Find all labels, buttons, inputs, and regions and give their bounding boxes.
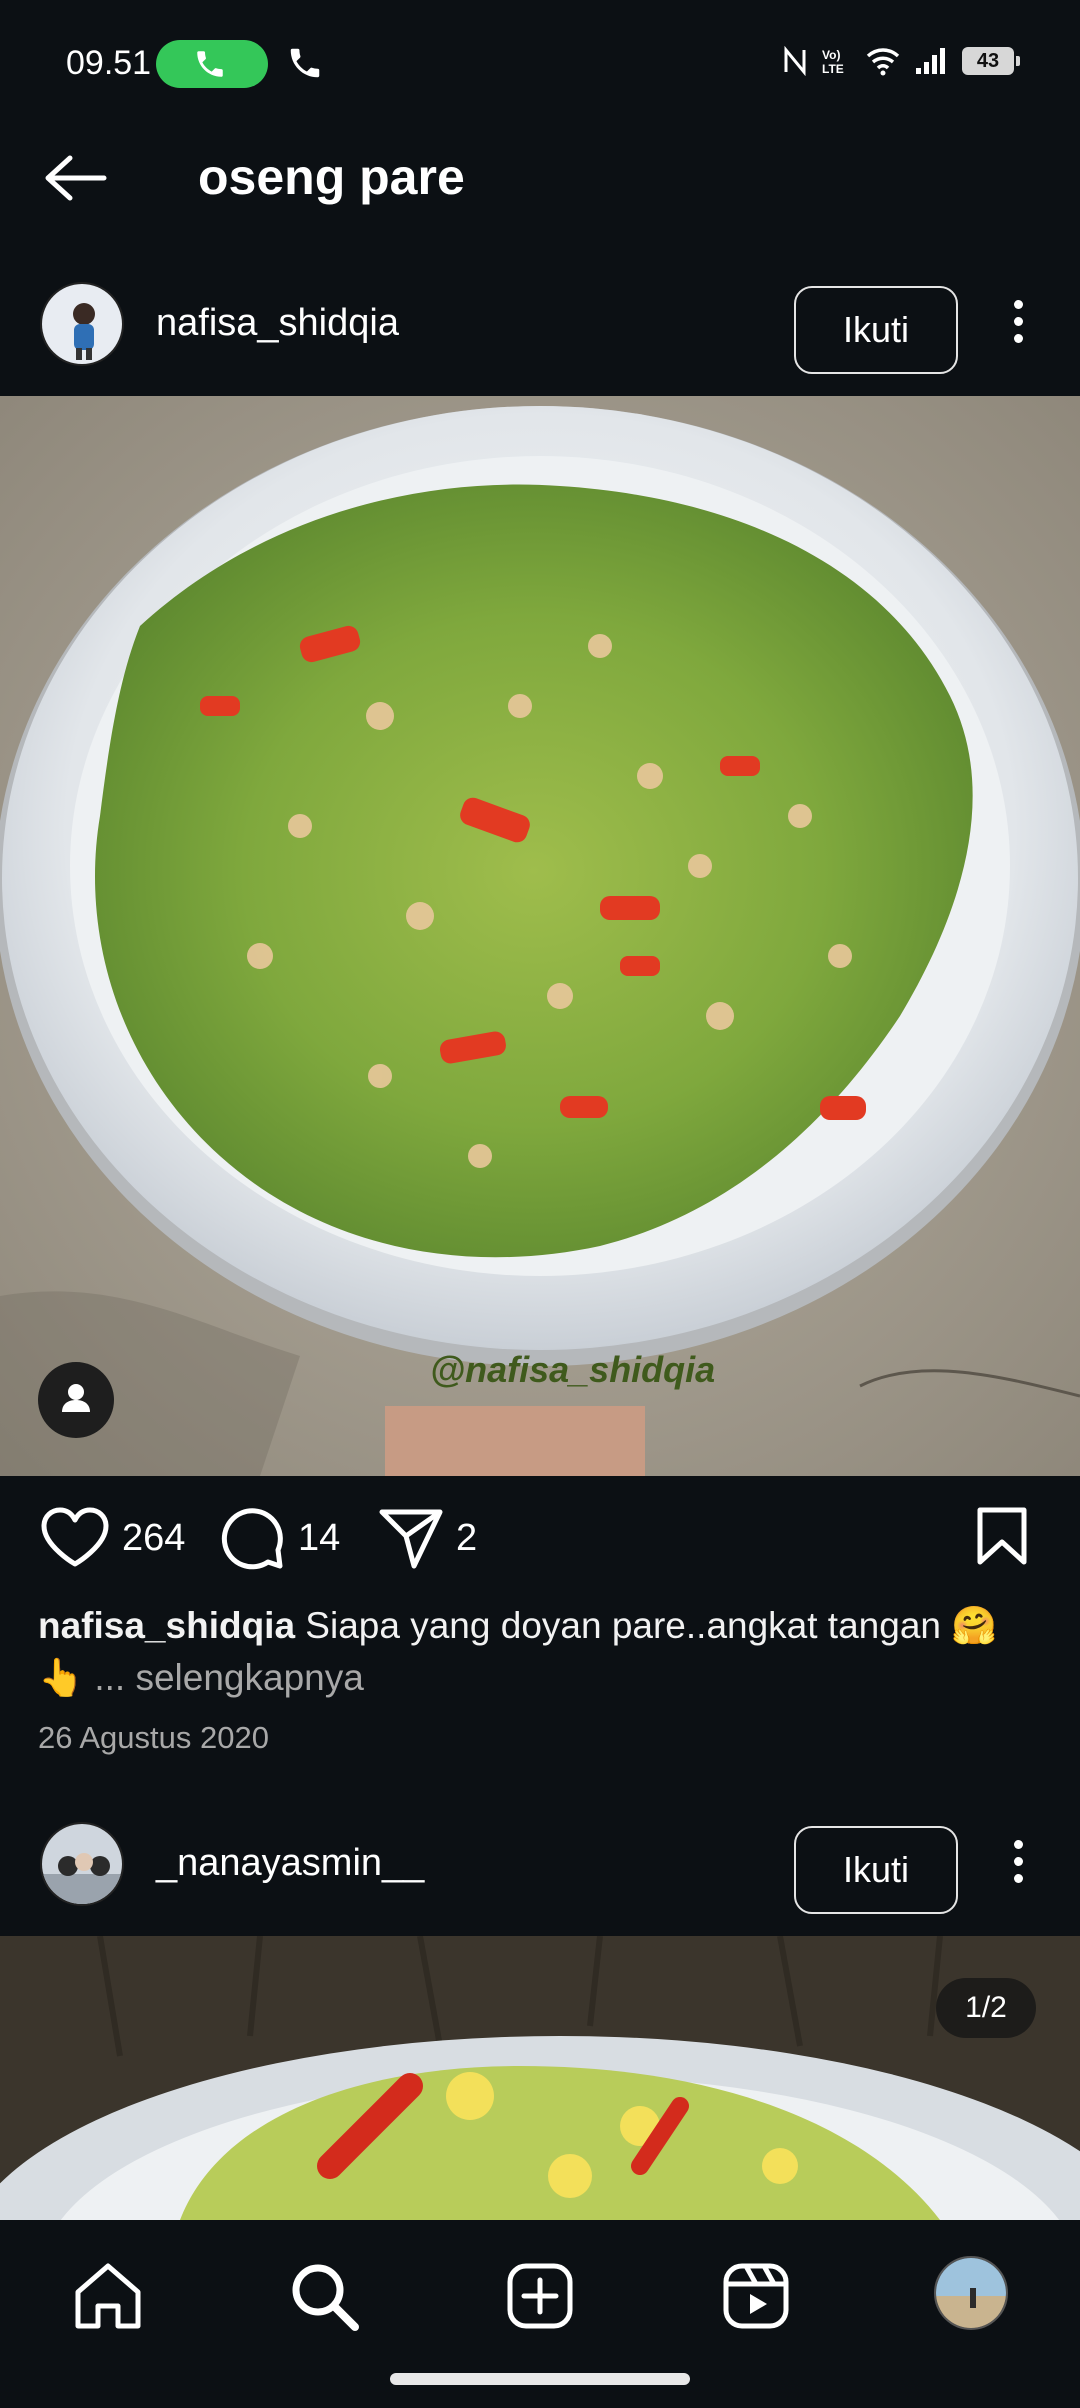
carousel-page-counter: 1/2 <box>936 1978 1036 2038</box>
more-dot <box>1013 334 1023 343</box>
more-dot <box>1013 1874 1023 1883</box>
wifi-icon <box>866 48 900 76</box>
bookmark-icon <box>977 1507 1027 1565</box>
food-photo <box>0 1936 1080 2220</box>
nfc-icon <box>784 46 806 76</box>
page-header: oseng pare <box>0 128 1080 228</box>
see-more-link[interactable]: ... selengkapnya <box>84 1657 363 1698</box>
caption-text-2: 👆 <box>38 1657 85 1698</box>
food-photo: @nafisa_shidqia <box>0 396 1080 1476</box>
page-title: oseng pare <box>198 149 465 205</box>
avatar[interactable] <box>40 282 124 366</box>
phone-icon <box>197 51 223 77</box>
post-actions: 264 14 2 <box>0 1476 1080 1606</box>
send-icon <box>379 1509 443 1569</box>
profile-avatar <box>934 2256 1008 2330</box>
more-dot <box>1013 1857 1023 1866</box>
nav-reels[interactable] <box>716 2256 796 2336</box>
caption-text: Siapa yang doyan pare..angkat tangan 🤗 <box>295 1605 998 1646</box>
battery-icon: 43 <box>962 47 1020 75</box>
heart-icon <box>41 1507 109 1567</box>
back-button[interactable] <box>40 148 112 208</box>
svg-text:LTE: LTE <box>822 62 844 76</box>
reels-icon <box>723 2263 789 2329</box>
follow-button[interactable]: Ikuti <box>794 286 958 374</box>
caption-username[interactable]: nafisa_shidqia <box>38 1605 295 1646</box>
create-icon <box>507 2263 573 2329</box>
share-count: 2 <box>456 1516 478 1559</box>
like-count: 264 <box>122 1516 186 1559</box>
svg-text:Vo): Vo) <box>822 48 840 62</box>
arrow-left-icon <box>45 155 107 201</box>
status-time: 09.51 <box>66 44 152 82</box>
post-author-row: _nanayasmin__ Ikuti <box>0 1804 1080 1924</box>
avatar-image <box>42 284 122 364</box>
home-indicator[interactable] <box>390 2373 690 2385</box>
more-dot <box>1013 317 1023 326</box>
post-image[interactable] <box>0 1936 1080 2220</box>
avatar[interactable] <box>40 1822 124 1906</box>
post-username[interactable]: nafisa_shidqia <box>156 302 399 345</box>
search-icon <box>292 2264 359 2331</box>
home-icon <box>75 2263 141 2329</box>
photo-watermark: @nafisa_shidqia <box>430 1349 715 1390</box>
status-bar: 09.51 Vo) LTE 43 <box>0 0 1080 128</box>
comment-action[interactable]: 14 <box>220 1506 340 1570</box>
nav-profile[interactable] <box>934 2256 1014 2336</box>
ongoing-call-pill[interactable] <box>156 40 268 88</box>
nav-search[interactable] <box>284 2256 364 2336</box>
post-image[interactable]: @nafisa_shidqia <box>0 396 1080 1476</box>
more-options-button[interactable] <box>996 292 1040 356</box>
like-action[interactable]: 264 <box>40 1506 185 1570</box>
signal-icon <box>916 48 945 74</box>
comment-icon <box>221 1508 283 1570</box>
nav-home[interactable] <box>68 2256 148 2336</box>
volte-icon: Vo) LTE <box>822 48 844 76</box>
status-indicators: Vo) LTE 43 <box>782 46 1020 76</box>
post-username[interactable]: _nanayasmin__ <box>156 1842 424 1885</box>
post-caption: nafisa_shidqia Siapa yang doyan pare..an… <box>38 1600 1048 1704</box>
share-action[interactable]: 2 <box>378 1506 477 1570</box>
more-dot <box>1013 300 1023 309</box>
post-date: 26 Agustus 2020 <box>38 1720 269 1755</box>
nav-create[interactable] <box>500 2256 580 2336</box>
post-author-row: nafisa_shidqia Ikuti <box>0 264 1080 384</box>
call-icon <box>290 48 320 78</box>
comment-count: 14 <box>298 1516 341 1559</box>
save-button[interactable] <box>976 1506 1028 1566</box>
person-icon <box>62 1384 90 1412</box>
avatar-image <box>42 1824 122 1904</box>
tagged-people-button[interactable] <box>38 1362 114 1438</box>
more-options-button[interactable] <box>996 1832 1040 1896</box>
more-dot <box>1013 1840 1023 1849</box>
follow-button[interactable]: Ikuti <box>794 1826 958 1914</box>
